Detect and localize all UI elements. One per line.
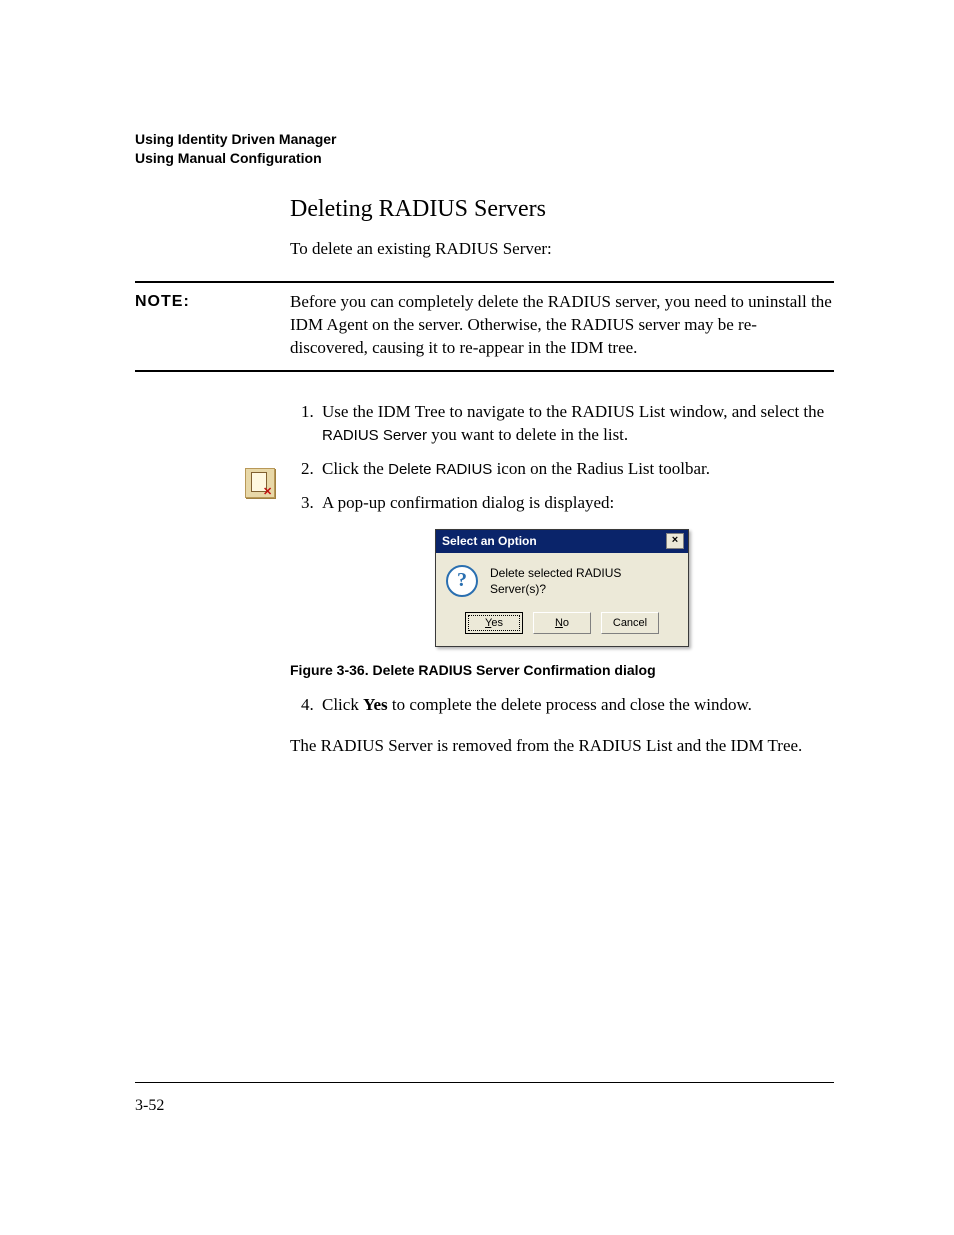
question-icon: ? bbox=[446, 565, 478, 597]
step-1: Use the IDM Tree to navigate to the RADI… bbox=[318, 400, 834, 448]
step-1-term: RADIUS Server bbox=[322, 427, 427, 444]
page: Using Identity Driven Manager Using Manu… bbox=[0, 0, 954, 1235]
dialog-title-text: Select an Option bbox=[442, 533, 537, 550]
title-row: Deleting RADIUS Servers To delete an exi… bbox=[135, 196, 834, 281]
step-4: Click Yes to complete the delete process… bbox=[318, 693, 834, 717]
step-1-text-c: you want to delete in the list. bbox=[427, 425, 628, 444]
step-2-text-a: Click the bbox=[322, 459, 388, 478]
step-2: Click the Delete RADIUS icon on the Radi… bbox=[318, 457, 834, 481]
step-1-text-a: Use the IDM Tree to navigate to the RADI… bbox=[322, 402, 824, 421]
confirmation-dialog: Select an Option × ? Delete selected RAD… bbox=[435, 529, 689, 647]
no-mnemonic: N bbox=[555, 617, 563, 629]
cancel-button[interactable]: Cancel bbox=[601, 612, 659, 634]
running-header-line2: Using Manual Configuration bbox=[135, 149, 834, 168]
dialog-titlebar: Select an Option × bbox=[436, 530, 688, 553]
steps-row: ✕ Use the IDM Tree to navigate to the RA… bbox=[135, 400, 834, 775]
step-4-text-a: Click bbox=[322, 695, 363, 714]
step-4-term: Yes bbox=[363, 695, 388, 714]
dialog-message: Delete selected RADIUS Server(s)? bbox=[490, 565, 678, 599]
yes-button[interactable]: Yes bbox=[465, 612, 523, 634]
no-button[interactable]: No bbox=[533, 612, 591, 634]
step-2-text-c: icon on the Radius List toolbar. bbox=[492, 459, 710, 478]
delete-radius-icon: ✕ bbox=[245, 468, 275, 498]
dialog-body: ? Delete selected RADIUS Server(s)? bbox=[436, 553, 688, 607]
running-header: Using Identity Driven Manager Using Manu… bbox=[135, 130, 834, 168]
figure-caption: Figure 3-36. Delete RADIUS Server Confir… bbox=[290, 661, 834, 681]
close-icon[interactable]: × bbox=[666, 533, 684, 549]
intro-text: To delete an existing RADIUS Server: bbox=[290, 239, 834, 259]
steps-list-cont: Click Yes to complete the delete process… bbox=[290, 693, 834, 717]
post-text: The RADIUS Server is removed from the RA… bbox=[290, 734, 834, 758]
dialog-figure: Select an Option × ? Delete selected RAD… bbox=[435, 529, 689, 647]
steps-list: Use the IDM Tree to navigate to the RADI… bbox=[290, 400, 834, 515]
step-4-text-c: to complete the delete process and close… bbox=[388, 695, 752, 714]
no-rest: o bbox=[563, 617, 569, 629]
note-body: Before you can completely delete the RAD… bbox=[290, 291, 834, 360]
dialog-button-row: Yes No Cancel bbox=[436, 606, 688, 646]
yes-rest: es bbox=[491, 617, 503, 629]
note-label: NOTE: bbox=[135, 293, 290, 311]
step-2-term: Delete RADIUS bbox=[388, 461, 492, 478]
running-header-line1: Using Identity Driven Manager bbox=[135, 130, 834, 149]
page-footer: 3-52 bbox=[135, 1082, 834, 1115]
page-number: 3-52 bbox=[135, 1097, 164, 1114]
note-block: NOTE: Before you can completely delete t… bbox=[135, 281, 834, 372]
step-3-text: A pop-up confirmation dialog is displaye… bbox=[322, 493, 614, 512]
section-title: Deleting RADIUS Servers bbox=[290, 196, 834, 223]
step-3: A pop-up confirmation dialog is displaye… bbox=[318, 491, 834, 515]
